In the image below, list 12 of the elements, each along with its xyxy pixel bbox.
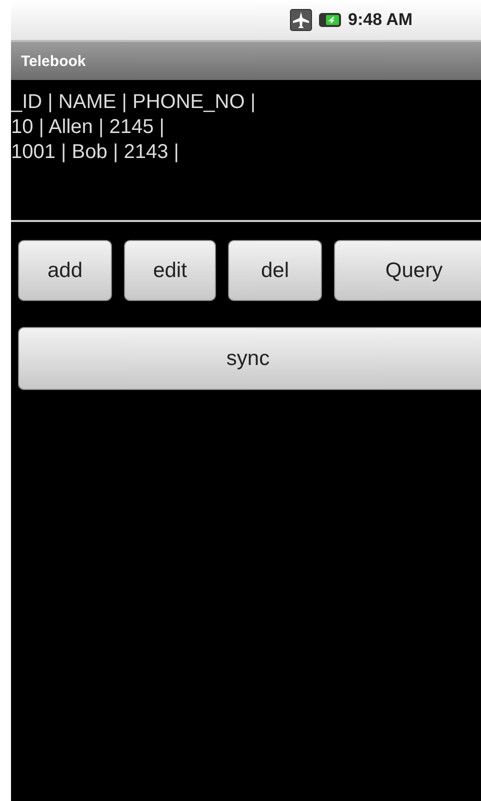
battery-icon xyxy=(318,12,342,28)
sync-button[interactable]: sync xyxy=(18,327,481,390)
action-button[interactable]: Query xyxy=(334,240,481,301)
action-button[interactable]: add xyxy=(18,240,112,301)
action-button[interactable]: edit xyxy=(124,240,216,301)
window-title: Telebook xyxy=(21,52,86,70)
action-button[interactable]: del xyxy=(228,240,322,301)
record-line: _ID | NAME | PHONE_NO | xyxy=(11,90,257,115)
record-line: 10 | Allen | 2145 | xyxy=(11,115,166,140)
record-line: 1001 | Bob | 2143 | xyxy=(11,140,180,165)
airplane-mode-icon xyxy=(290,9,312,31)
status-time: 9:48 AM xyxy=(348,10,413,30)
